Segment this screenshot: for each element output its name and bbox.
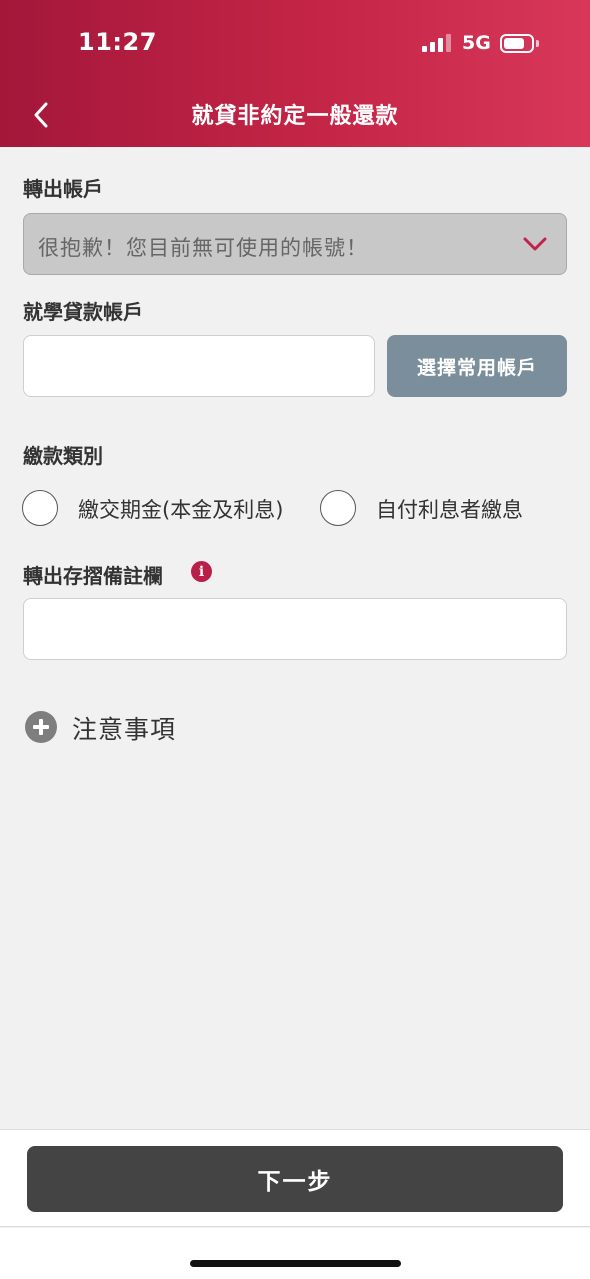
battery-icon — [500, 34, 534, 53]
loan-account-label: 就學貸款帳戶 — [23, 300, 143, 324]
loan-account-input[interactable] — [23, 335, 375, 397]
radio-installment-label[interactable]: 繳交期金(本金及利息) — [78, 494, 283, 524]
from-account-value: 很抱歉！您目前無可使用的帳號！ — [38, 236, 368, 260]
payment-type-label: 繳款類別 — [23, 444, 103, 468]
home-indicator-area — [0, 1228, 590, 1279]
radio-interest-only-label[interactable]: 自付利息者繳息 — [376, 494, 523, 524]
footer-bar: 下一步 — [0, 1129, 590, 1227]
battery-cap — [536, 40, 539, 47]
from-account-select[interactable]: 很抱歉！您目前無可使用的帳號！ — [23, 213, 567, 275]
chevron-left-icon — [34, 102, 48, 128]
page-title: 就貸非約定一般還款 — [191, 104, 399, 129]
status-time: 11:27 — [78, 28, 157, 56]
select-common-account-button[interactable]: 選擇常用帳戶 — [387, 335, 567, 397]
memo-input[interactable] — [23, 598, 567, 660]
header-bar: 11:27 5G 就貸非約定一般還款 — [0, 0, 590, 147]
chevron-down-icon — [523, 237, 547, 251]
next-step-button[interactable]: 下一步 — [27, 1146, 563, 1212]
app-screen: 11:27 5G 就貸非約定一般還款 轉出帳戶 很抱歉！您目前無可使用的帳號！ … — [0, 0, 590, 1279]
network-type: 5G — [462, 32, 491, 54]
from-account-label: 轉出帳戶 — [23, 177, 103, 201]
notes-label: 注意事項 — [72, 715, 177, 744]
info-icon[interactable]: i — [191, 561, 212, 582]
plus-circle-icon — [25, 711, 57, 743]
radio-installment[interactable] — [22, 490, 58, 526]
memo-label: 轉出存摺備註欄 — [23, 564, 163, 588]
notes-toggle[interactable]: 注意事項 — [25, 709, 265, 745]
home-indicator[interactable] — [190, 1260, 401, 1267]
back-button[interactable] — [26, 98, 56, 132]
signal-strength-icon — [422, 34, 454, 52]
radio-interest-only[interactable] — [320, 490, 356, 526]
